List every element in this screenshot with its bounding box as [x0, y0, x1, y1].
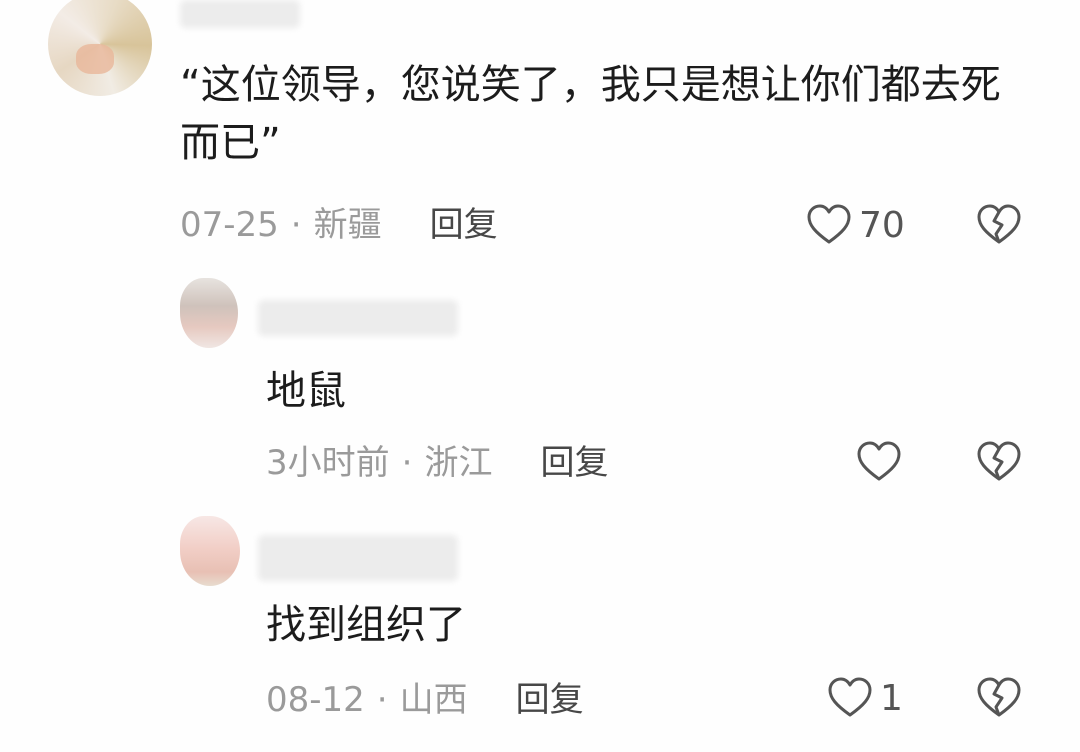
comment-meta: 3小时前 · 浙江 回复	[266, 438, 608, 488]
heart-outline-icon	[828, 677, 872, 717]
comment-text: “这位领导，您说笑了，我只是想让你们都去死而已”	[180, 62, 1001, 166]
reply-button[interactable]: 回复	[430, 200, 498, 250]
broken-heart-icon	[977, 441, 1021, 481]
like-button[interactable]	[855, 438, 909, 486]
dislike-button[interactable]	[974, 438, 1024, 490]
comment-meta: 07-25 · 新疆 回复	[180, 200, 498, 250]
broken-heart-icon	[977, 677, 1021, 717]
comment-location: 山西	[399, 680, 468, 720]
like-button[interactable]: 70	[805, 201, 905, 249]
comment-text: 找到组织了	[266, 602, 466, 648]
user-avatar[interactable]	[180, 516, 240, 586]
reply-button[interactable]: 回复	[540, 438, 608, 488]
dislike-button[interactable]	[974, 201, 1024, 253]
comment-location: 浙江	[424, 443, 493, 483]
username-blurred[interactable]	[258, 535, 458, 581]
like-count: 70	[859, 204, 905, 246]
username-blurred[interactable]	[258, 300, 458, 336]
comment-date: 3小时前	[266, 443, 390, 483]
meta-separator: ·	[376, 680, 388, 720]
heart-outline-icon	[807, 204, 851, 244]
comment-date: 07-25	[180, 205, 279, 245]
user-avatar[interactable]	[48, 0, 152, 96]
comment-location: 新疆	[313, 205, 382, 245]
dislike-button[interactable]	[974, 674, 1024, 726]
comment-meta: 08-12 · 山西 回复	[266, 675, 584, 725]
heart-outline-icon	[857, 441, 901, 481]
username-blurred[interactable]	[180, 0, 300, 28]
comment-text: 地鼠	[266, 368, 346, 414]
like-count: 1	[880, 677, 903, 719]
like-button[interactable]: 1	[826, 674, 903, 722]
comment-date: 08-12	[266, 680, 365, 720]
user-avatar[interactable]	[180, 278, 238, 348]
reply-button[interactable]: 回复	[516, 675, 584, 725]
broken-heart-icon	[977, 204, 1021, 244]
meta-separator: ·	[290, 205, 302, 245]
meta-separator: ·	[401, 443, 413, 483]
